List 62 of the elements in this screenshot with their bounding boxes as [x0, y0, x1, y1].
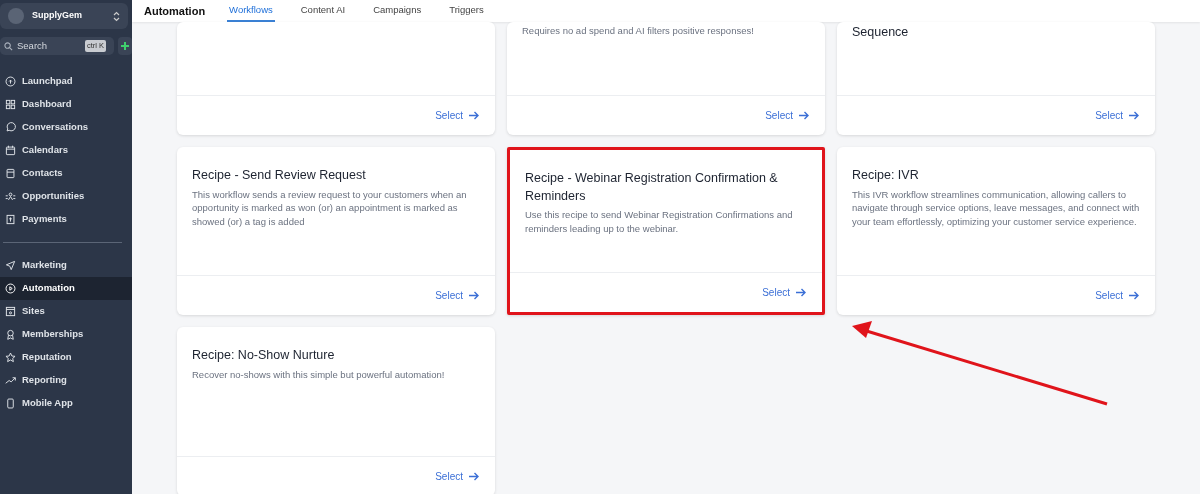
select-link[interactable]: Select [1095, 288, 1139, 303]
workspace-avatar [8, 8, 24, 24]
arrow-right-icon [469, 472, 479, 481]
tab[interactable]: Content AI [298, 0, 348, 22]
account-name: SupplyGem [32, 9, 83, 23]
ribbon-badge-icon [5, 329, 16, 340]
tab[interactable]: Triggers [447, 0, 486, 22]
sidebar-item[interactable]: Marketing [0, 254, 132, 277]
chat-bubble-icon [5, 122, 16, 133]
grid-icon [5, 99, 16, 110]
sidebar-item[interactable]: Reporting [0, 369, 132, 392]
search-input[interactable]: Search [17, 38, 81, 54]
sidebar-item[interactable]: Payments [0, 208, 132, 231]
account-switcher[interactable]: SupplyGem [0, 3, 128, 29]
arrow-right-icon [1129, 291, 1139, 300]
paper-plane-icon [5, 260, 16, 271]
select-link[interactable]: Select [762, 285, 806, 300]
sidebar-item[interactable]: Launchpad [0, 70, 132, 93]
search-icon [4, 41, 13, 51]
card-title: Recipe: IVR [852, 167, 920, 184]
arrow-right-icon [1129, 111, 1139, 120]
sidebar-item[interactable]: Opportunities [0, 185, 132, 208]
people-icon [5, 191, 16, 202]
card-description: This workflow sends a review request to your customers when an opportunity is marked as won (or) an appointment is marked as showed (or) a tag is added [192, 187, 468, 229]
select-link[interactable]: Select [435, 108, 479, 123]
sidebar-item[interactable]: Dashboard [0, 93, 132, 116]
arrow-right-icon [799, 111, 809, 120]
sidebar-item[interactable]: Memberships [0, 323, 132, 346]
play-circle-icon [5, 283, 16, 294]
select-link[interactable]: Select [1095, 108, 1139, 123]
sidebar-item[interactable]: Contacts [0, 162, 132, 185]
phone-icon [5, 398, 16, 409]
star-icon [5, 352, 16, 363]
arrow-right-icon [796, 288, 806, 297]
card-description: Recover no-shows with this simple but powerful automation! [192, 367, 446, 382]
trend-line-icon [5, 375, 16, 386]
select-link[interactable]: Select [765, 108, 809, 123]
card-title: Recipe - Send Review Request [192, 167, 367, 184]
sidebar-item[interactable]: Calendars [0, 139, 132, 162]
sidebar-item[interactable]: Reputation [0, 346, 132, 369]
sidebar-item[interactable]: Conversations [0, 116, 132, 139]
card-title: Recipe: No-Show Nurture [192, 347, 336, 364]
card-title: Recipe - Webinar Registration Confirmation & Reminders [525, 170, 779, 205]
card-description: Requires no ad spend and AI filters positive responses! [522, 24, 755, 38]
arrow-right-icon [469, 111, 479, 120]
card-title: Sequence [852, 24, 910, 41]
page-title: Automation [144, 3, 206, 19]
tab[interactable]: Campaigns [371, 0, 424, 22]
card-description: Use this recipe to send Webinar Registration Confirmations and reminders leading up to the webinar. [525, 208, 794, 236]
sidebar-item[interactable]: Automation [0, 277, 132, 300]
chevron-updown-icon [113, 10, 120, 22]
arrow-right-icon [469, 291, 479, 300]
plus-icon [121, 42, 129, 50]
select-link[interactable]: Select [435, 288, 479, 303]
contact-card-icon [5, 168, 16, 179]
add-button[interactable] [118, 37, 132, 55]
browser-icon [5, 306, 16, 317]
select-link[interactable]: Select [435, 469, 479, 484]
calendar-icon [5, 145, 16, 156]
sidebar-item[interactable]: Mobile App [0, 392, 132, 415]
card-description: This IVR workflow streamlines communication, allowing callers to navigate through service options, leave messages, and connect with your team effortlessly, optimizing your customer service experience. [852, 187, 1140, 229]
sidebar-item[interactable]: Sites [0, 300, 132, 323]
